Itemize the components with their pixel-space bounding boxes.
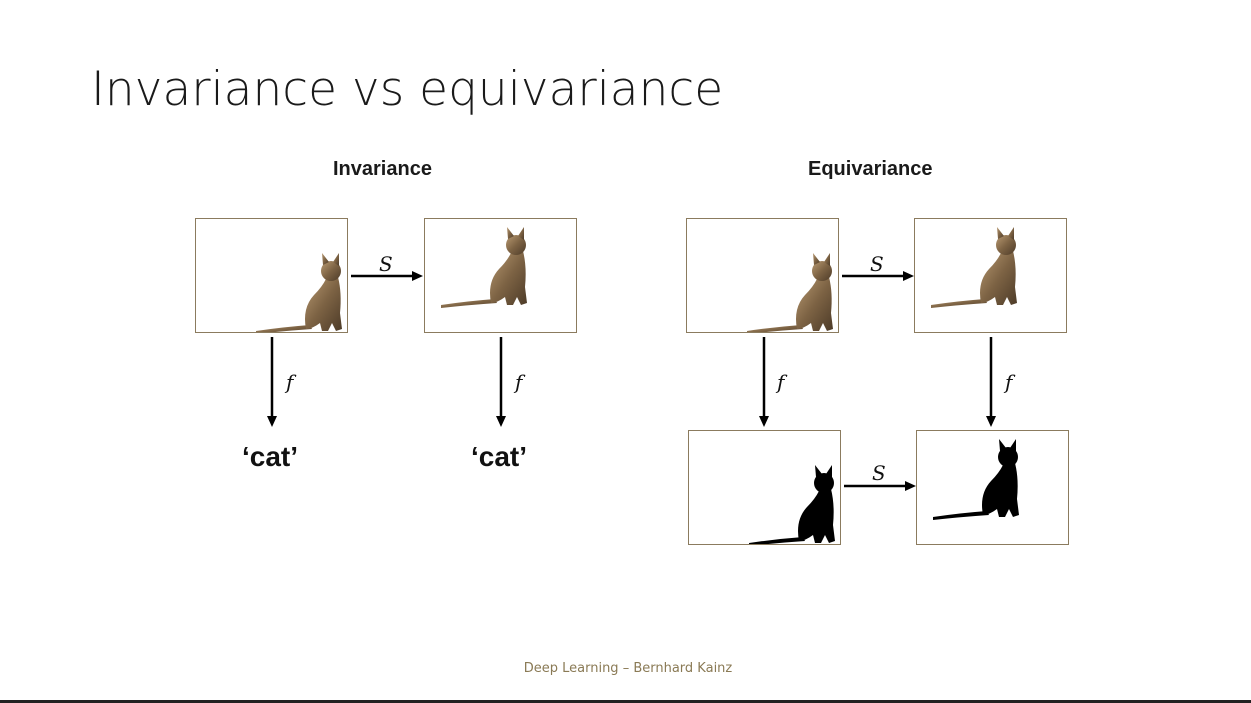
invariance-shifted-image <box>424 218 577 333</box>
cat-silhouette-icon <box>933 439 1019 520</box>
invariance-map-arrow-right <box>496 337 506 427</box>
invariance-input-image <box>195 218 348 333</box>
invariance-map-arrow-left <box>267 337 277 427</box>
equivariance-shifted-image <box>914 218 1067 333</box>
equivariance-input-image <box>686 218 839 333</box>
cat-photo-icon <box>747 253 833 332</box>
cat-photo-icon <box>931 227 1017 308</box>
cat-photo-icon <box>441 227 527 308</box>
equivariance-shifted-feature-map <box>916 430 1069 545</box>
invariance-output-right: ‘cat’ <box>471 441 528 472</box>
cat-silhouette-icon <box>749 465 835 544</box>
slide-title: Invariance vs equivariance <box>91 62 724 117</box>
slide-footer: Deep Learning – Bernhard Kainz <box>523 661 733 676</box>
equivariance-shift-label-top: S <box>870 252 884 276</box>
invariance-heading: Invariance <box>333 158 432 180</box>
equivariance-map-arrow-right <box>986 337 996 427</box>
equivariance-feature-map <box>688 430 841 545</box>
equivariance-shift-label-bottom: S <box>872 461 886 485</box>
invariance-output-left: ‘cat’ <box>242 441 299 472</box>
invariance-map-label-left: f <box>286 370 294 394</box>
equivariance-heading: Equivariance <box>808 158 933 180</box>
equivariance-map-label-left: f <box>777 370 785 394</box>
cat-photo-icon <box>256 253 342 332</box>
equivariance-map-arrow-left <box>759 337 769 427</box>
equivariance-map-label-right: f <box>1005 370 1013 394</box>
invariance-map-label-right: f <box>515 370 523 394</box>
invariance-shift-label: S <box>379 252 393 276</box>
